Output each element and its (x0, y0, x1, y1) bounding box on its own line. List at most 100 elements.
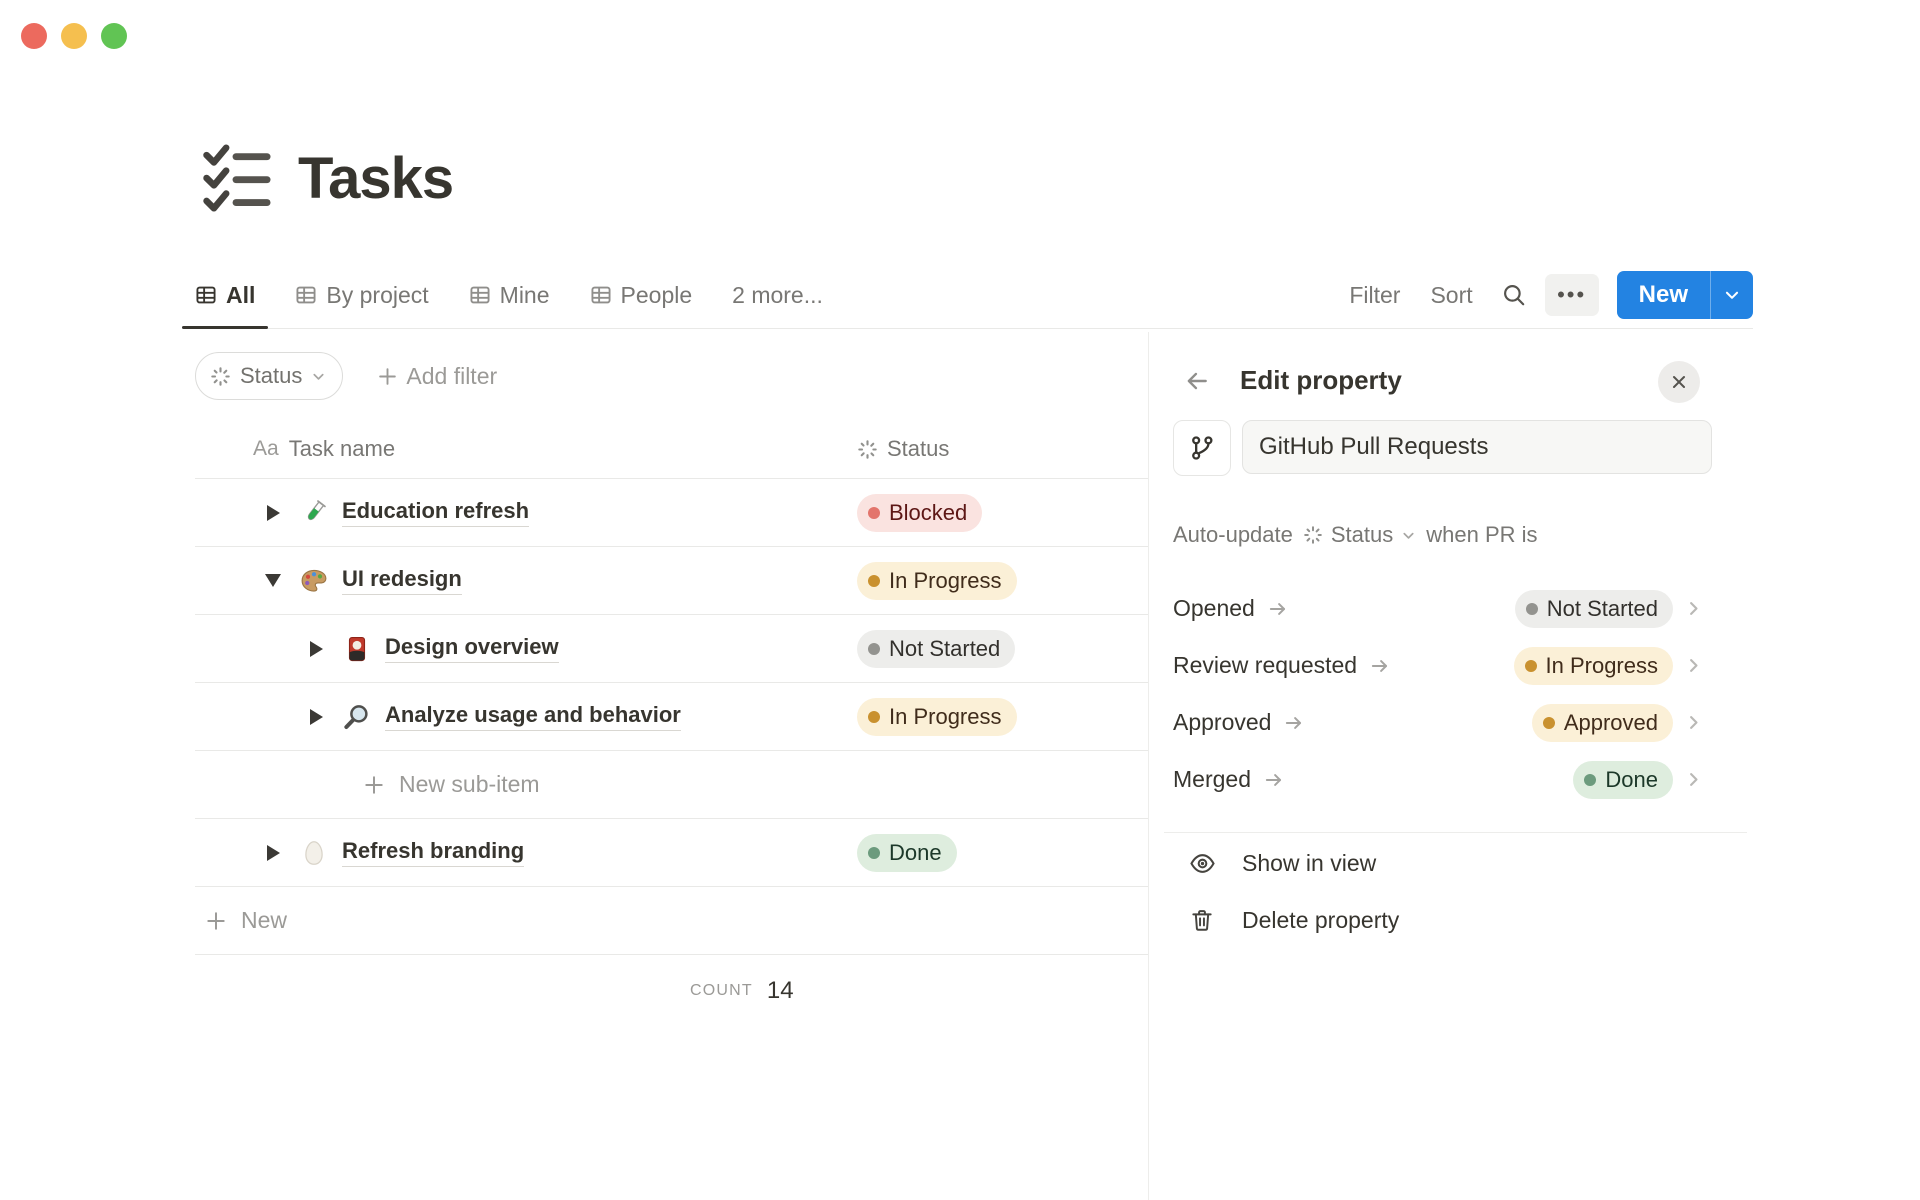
ellipsis-icon: ••• (1557, 282, 1587, 307)
page-header: Tasks (200, 142, 454, 214)
more-options-button[interactable]: ••• (1544, 274, 1599, 316)
expand-toggle[interactable] (302, 703, 330, 731)
auto-update-property-label: Status (1330, 522, 1394, 547)
arrow-right-icon (1267, 598, 1289, 620)
tab-more-views[interactable]: 2 more... (719, 262, 836, 328)
status-badge[interactable]: Done (857, 833, 957, 872)
task-page-link[interactable]: Design overview (385, 634, 559, 663)
task-page-link[interactable]: UI redesign (342, 566, 462, 595)
expand-toggle[interactable] (302, 635, 330, 663)
search-icon (1501, 282, 1527, 308)
add-filter-button[interactable]: Add filter (377, 363, 497, 390)
collapse-toggle[interactable] (259, 567, 287, 595)
status-dot (868, 642, 880, 655)
window-minimize-button[interactable] (61, 23, 87, 49)
status-badge[interactable]: Done (1573, 760, 1673, 799)
arrow-right-icon (1369, 655, 1391, 677)
status-badge[interactable]: Approved (1531, 703, 1673, 742)
show-in-view-button[interactable]: Show in view (1148, 840, 1753, 886)
status-label: Approved (1563, 709, 1658, 735)
page-title[interactable]: Tasks (298, 145, 454, 212)
table-view-icon (295, 284, 317, 306)
back-button[interactable] (1184, 368, 1210, 394)
panel-separator (1164, 832, 1747, 833)
tab-by-project[interactable]: By project (282, 262, 441, 328)
pr-status-mappings: Opened Not Started Review requested In P… (1148, 580, 1753, 808)
plus-icon (205, 910, 227, 932)
table-row-sub-item: Design overview Not Started (195, 615, 1148, 683)
status-badge[interactable]: In Progress (857, 697, 1017, 736)
property-icon-button[interactable] (1173, 420, 1231, 476)
status-badge[interactable]: Blocked (857, 493, 983, 532)
tab-mine[interactable]: Mine (456, 262, 563, 328)
count-value: 14 (766, 977, 794, 1004)
edit-property-panel: Edit property Auto-update Status when PR… (1148, 332, 1753, 1200)
window-close-button[interactable] (21, 23, 47, 49)
arrow-left-icon (1184, 368, 1210, 394)
plus-icon (363, 774, 385, 796)
status-burst-icon (857, 439, 878, 460)
auto-update-setting: Auto-update Status when PR is (1173, 522, 1538, 548)
new-button[interactable]: New (1617, 271, 1710, 319)
status-dot (1584, 773, 1597, 786)
chevron-down-icon (311, 369, 326, 384)
arrow-right-icon (1263, 769, 1285, 791)
task-page-link[interactable]: Refresh branding (342, 838, 525, 867)
triangle-right-icon (266, 504, 280, 521)
close-panel-button[interactable] (1658, 361, 1700, 403)
window-zoom-button[interactable] (101, 23, 127, 49)
checklist-icon[interactable] (200, 142, 272, 214)
search-button[interactable] (1493, 274, 1535, 316)
pr-event-label: Review requested (1173, 652, 1358, 678)
arrow-right-icon (1283, 712, 1305, 734)
column-label: Status (887, 436, 950, 461)
expand-toggle[interactable] (259, 499, 287, 527)
status-filter-chip[interactable]: Status (195, 352, 344, 400)
status-badge[interactable]: Not Started (1514, 589, 1673, 628)
expand-toggle[interactable] (259, 839, 287, 867)
column-header-task-name[interactable]: Aa Task name (195, 436, 857, 462)
triangle-right-icon (309, 640, 323, 657)
status-filter-label: Status (240, 363, 303, 388)
status-label: In Progress (889, 703, 1002, 729)
task-name-cell: UI redesign (195, 566, 857, 596)
new-task-button[interactable]: New (195, 907, 287, 934)
mapping-row-opened[interactable]: Opened Not Started (1148, 580, 1753, 637)
new-dropdown-button[interactable] (1710, 271, 1753, 319)
status-label: In Progress (1545, 652, 1659, 678)
chevron-down-icon (1723, 286, 1741, 304)
status-dot (868, 574, 880, 587)
mapping-row-merged[interactable]: Merged Done (1148, 751, 1753, 808)
task-page-link[interactable]: Education refresh (342, 498, 530, 527)
table-row: UI redesign In Progress (195, 547, 1148, 615)
add-filter-label: Add filter (406, 362, 498, 389)
status-badge[interactable]: Not Started (857, 629, 1016, 668)
column-header-status[interactable]: Status (857, 436, 1148, 462)
test-tube-emoji (299, 498, 329, 528)
status-burst-icon (210, 366, 231, 387)
sort-button[interactable]: Sort (1420, 276, 1482, 315)
mapping-row-review-requested[interactable]: Review requested In Progress (1148, 637, 1753, 694)
new-sub-item-button[interactable]: New sub-item (195, 771, 540, 798)
new-task-label: New (241, 907, 288, 933)
status-cell: In Progress (857, 561, 1148, 600)
triangle-right-icon (266, 844, 280, 861)
triangle-right-icon (309, 708, 323, 725)
tab-all[interactable]: All (182, 262, 269, 329)
table-row: Refresh branding Done (195, 819, 1148, 887)
auto-update-property-select[interactable]: Status (1303, 522, 1416, 548)
status-dot (1524, 659, 1537, 672)
tab-people[interactable]: People (577, 262, 706, 328)
status-badge[interactable]: In Progress (857, 561, 1017, 600)
task-page-link[interactable]: Analyze usage and behavior (385, 702, 681, 731)
count-label[interactable]: COUNT (690, 982, 753, 1000)
status-badge[interactable]: In Progress (1513, 646, 1673, 685)
status-cell: Done (857, 833, 1148, 872)
status-label: In Progress (889, 567, 1002, 593)
property-name-input[interactable] (1242, 420, 1712, 474)
trash-icon (1189, 907, 1215, 933)
mapping-row-approved[interactable]: Approved Approved (1148, 694, 1753, 751)
filter-button[interactable]: Filter (1339, 276, 1410, 315)
status-burst-icon (1303, 525, 1323, 545)
delete-property-button[interactable]: Delete property (1148, 897, 1753, 943)
